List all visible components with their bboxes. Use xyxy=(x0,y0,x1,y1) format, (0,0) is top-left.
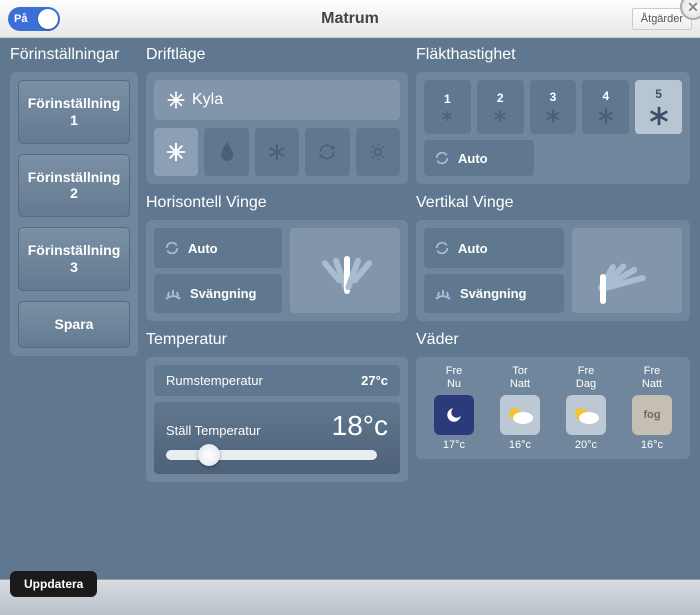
partly-cloudy-icon xyxy=(500,395,540,435)
vvane-display xyxy=(572,228,682,313)
room-temp-value: 27°c xyxy=(361,373,388,388)
temp-slider-thumb[interactable] xyxy=(198,444,220,466)
asterisk-icon xyxy=(597,107,615,125)
snowflake-icon xyxy=(165,141,187,163)
hvane-fan-icon xyxy=(300,236,390,306)
fan-speed-3-button[interactable]: 3 xyxy=(530,80,577,134)
weather-item: FreNatt fog 16°c xyxy=(622,365,682,451)
fan-title: Fläkthastighet xyxy=(416,46,690,66)
vvane-fan-icon xyxy=(582,236,672,306)
mode-auto-button[interactable] xyxy=(305,128,349,176)
hvane-swing-label: Svängning xyxy=(190,286,256,301)
weather-temp: 16°c xyxy=(490,439,550,451)
recycle-icon xyxy=(434,150,450,166)
room-temp-label: Rumstemperatur xyxy=(166,373,263,388)
drop-icon xyxy=(219,142,235,162)
recycle-icon xyxy=(434,240,450,256)
asterisk-icon xyxy=(545,108,561,124)
vvane-auto-label: Auto xyxy=(458,241,488,256)
preset-3-button[interactable]: Förinställning 3 xyxy=(18,227,130,291)
set-temp-label: Ställ Temperatur xyxy=(166,423,260,438)
power-toggle[interactable]: På xyxy=(8,7,60,31)
fan-speed-1-button[interactable]: 1 xyxy=(424,80,471,134)
weather-item: FreNu 17°c xyxy=(424,365,484,451)
hvane-swing-button[interactable]: Svängning xyxy=(154,274,282,313)
fan-speed-4-button[interactable]: 4 xyxy=(582,80,629,134)
vvane-swing-button[interactable]: Svängning xyxy=(424,274,564,313)
mode-title: Driftläge xyxy=(146,46,408,66)
vvane-title: Vertikal Vinge xyxy=(416,194,690,214)
partly-cloudy-icon xyxy=(566,395,606,435)
weather-temp: 20°c xyxy=(556,439,616,451)
mode-dry-button[interactable] xyxy=(204,128,248,176)
weather-panel: FreNu 17°c TorNatt 16°c FreDag 20°c FreN… xyxy=(416,357,690,459)
presets-panel: Förinställning 1 Förinställning 2 Förins… xyxy=(10,72,138,356)
asterisk-icon xyxy=(441,110,453,122)
weather-temp: 17°c xyxy=(424,439,484,451)
asterisk-icon xyxy=(493,109,507,123)
sun-icon xyxy=(368,142,388,162)
preset-1-button[interactable]: Förinställning 1 xyxy=(18,80,130,144)
weather-temp: 16°c xyxy=(622,439,682,451)
footer: Uppdatera xyxy=(0,579,700,615)
recycle-icon xyxy=(164,240,180,256)
swing-icon xyxy=(164,287,182,301)
set-temp-value: 18°c xyxy=(332,410,388,442)
temp-slider[interactable] xyxy=(166,450,377,460)
toggle-knob xyxy=(38,9,58,29)
fan-speed-5-button[interactable]: 5 xyxy=(635,80,682,134)
update-button[interactable]: Uppdatera xyxy=(10,571,97,597)
fog-icon: fog xyxy=(632,395,672,435)
asterisk-icon xyxy=(267,142,287,162)
save-button[interactable]: Spara xyxy=(18,301,130,348)
vvane-swing-label: Svängning xyxy=(460,286,526,301)
fan-auto-label: Auto xyxy=(458,151,488,166)
vvane-auto-button[interactable]: Auto xyxy=(424,228,564,268)
swing-icon xyxy=(434,287,452,301)
fan-panel: 1 2 3 4 5 Auto xyxy=(416,72,690,184)
mode-fan-button[interactable] xyxy=(255,128,299,176)
mode-cool-button[interactable] xyxy=(154,128,198,176)
weather-item: FreDag 20°c xyxy=(556,365,616,451)
fan-speed-2-button[interactable]: 2 xyxy=(477,80,524,134)
set-temp-box: Ställ Temperatur 18°c xyxy=(154,402,400,474)
presets-title: Förinställningar xyxy=(10,46,138,66)
hvane-auto-label: Auto xyxy=(188,241,218,256)
hvane-title: Horisontell Vinge xyxy=(146,194,408,214)
hvane-panel: Auto Svängning xyxy=(146,220,408,321)
mode-heat-button[interactable] xyxy=(356,128,400,176)
vvane-panel: Auto Svängning xyxy=(416,220,690,321)
weather-item: TorNatt 16°c xyxy=(490,365,550,451)
temp-panel: Rumstemperatur 27°c Ställ Temperatur 18°… xyxy=(146,357,408,482)
mode-panel: Kyla xyxy=(146,72,408,184)
moon-icon xyxy=(434,395,474,435)
snowflake-icon xyxy=(166,90,186,110)
hvane-auto-button[interactable]: Auto xyxy=(154,228,282,268)
mode-current: Kyla xyxy=(154,80,400,120)
weather-title: Väder xyxy=(416,331,690,351)
header: På Matrum Åtgärder ✕ xyxy=(0,0,700,38)
temp-title: Temperatur xyxy=(146,331,408,351)
page-title: Matrum xyxy=(321,10,379,28)
fan-auto-button[interactable]: Auto xyxy=(424,140,534,176)
toggle-label: På xyxy=(14,13,27,25)
asterisk-icon xyxy=(648,105,670,127)
preset-2-button[interactable]: Förinställning 2 xyxy=(18,154,130,218)
room-temp-row: Rumstemperatur 27°c xyxy=(154,365,400,396)
recycle-icon xyxy=(317,142,337,162)
hvane-display xyxy=(290,228,400,313)
mode-current-label: Kyla xyxy=(192,91,223,109)
